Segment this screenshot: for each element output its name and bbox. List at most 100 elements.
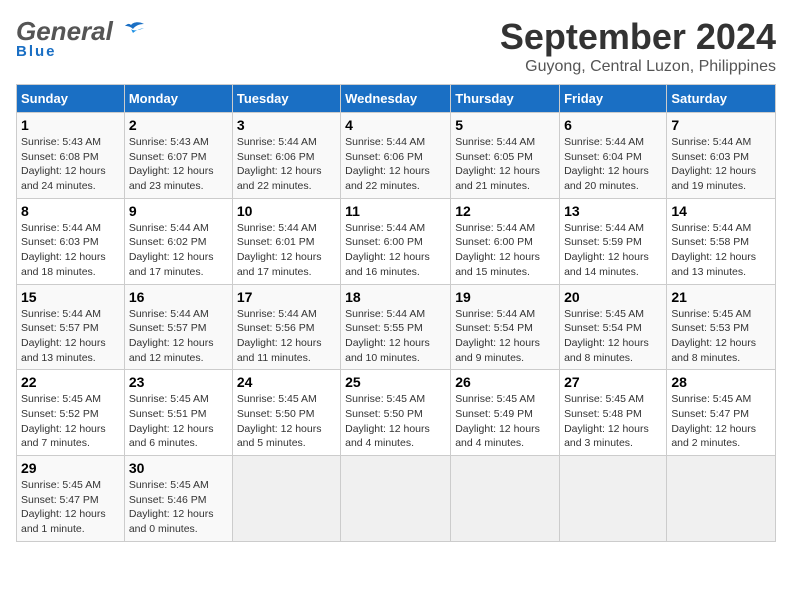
day-number: 10 xyxy=(237,203,336,219)
day-info: Sunrise: 5:45 AM Sunset: 5:48 PM Dayligh… xyxy=(564,392,662,451)
calendar-cell: 10 Sunrise: 5:44 AM Sunset: 6:01 PM Dayli… xyxy=(232,198,340,284)
day-number: 21 xyxy=(671,289,771,305)
day-number: 18 xyxy=(345,289,446,305)
day-number: 2 xyxy=(129,117,228,133)
page-header: General Blue September 2024 Guyong, Cent… xyxy=(16,16,776,76)
day-info: Sunrise: 5:44 AM Sunset: 6:02 PM Dayligh… xyxy=(129,221,228,280)
logo: General Blue xyxy=(16,16,145,60)
day-number: 7 xyxy=(671,117,771,133)
calendar-cell: 18 Sunrise: 5:44 AM Sunset: 5:55 PM Dayli… xyxy=(341,284,451,370)
day-number: 13 xyxy=(564,203,662,219)
calendar-table: Sunday Monday Tuesday Wednesday Thursday… xyxy=(16,84,776,542)
calendar-cell: 29Sunrise: 5:45 AM Sunset: 5:47 PM Dayli… xyxy=(17,456,125,542)
col-sunday: Sunday xyxy=(17,85,125,113)
day-number: 27 xyxy=(564,374,662,390)
col-saturday: Saturday xyxy=(667,85,776,113)
location-subtitle: Guyong, Central Luzon, Philippines xyxy=(500,58,776,76)
day-info: Sunrise: 5:44 AM Sunset: 6:05 PM Dayligh… xyxy=(455,135,555,194)
calendar-cell: 21 Sunrise: 5:45 AM Sunset: 5:53 PM Dayli… xyxy=(667,284,776,370)
col-wednesday: Wednesday xyxy=(341,85,451,113)
day-info: Sunrise: 5:44 AM Sunset: 5:56 PM Dayligh… xyxy=(237,307,336,366)
day-info: Sunrise: 5:44 AM Sunset: 6:03 PM Dayligh… xyxy=(21,221,120,280)
logo-blue: Blue xyxy=(16,43,57,60)
calendar-cell: 23 Sunrise: 5:45 AM Sunset: 5:51 PM Dayli… xyxy=(124,370,232,456)
day-info: Sunrise: 5:44 AM Sunset: 5:54 PM Dayligh… xyxy=(455,307,555,366)
calendar-cell: 26 Sunrise: 5:45 AM Sunset: 5:49 PM Dayli… xyxy=(451,370,560,456)
calendar-cell xyxy=(341,456,451,542)
day-info: Sunrise: 5:45 AM Sunset: 5:47 PM Dayligh… xyxy=(671,392,771,451)
calendar-cell: 2 Sunrise: 5:43 AM Sunset: 6:07 PM Daylig… xyxy=(124,113,232,199)
calendar-week-row: 8 Sunrise: 5:44 AM Sunset: 6:03 PM Daylig… xyxy=(17,198,776,284)
calendar-cell: 13 Sunrise: 5:44 AM Sunset: 5:59 PM Dayli… xyxy=(560,198,667,284)
day-info: Sunrise: 5:43 AM Sunset: 6:08 PM Dayligh… xyxy=(21,135,120,194)
calendar-cell: 30Sunrise: 5:45 AM Sunset: 5:46 PM Dayli… xyxy=(124,456,232,542)
calendar-cell: 8 Sunrise: 5:44 AM Sunset: 6:03 PM Daylig… xyxy=(17,198,125,284)
day-info: Sunrise: 5:43 AM Sunset: 6:07 PM Dayligh… xyxy=(129,135,228,194)
day-number: 8 xyxy=(21,203,120,219)
calendar-cell: 6 Sunrise: 5:44 AM Sunset: 6:04 PM Daylig… xyxy=(560,113,667,199)
day-number: 5 xyxy=(455,117,555,133)
day-number: 6 xyxy=(564,117,662,133)
calendar-cell: 28 Sunrise: 5:45 AM Sunset: 5:47 PM Dayli… xyxy=(667,370,776,456)
day-info: Sunrise: 5:44 AM Sunset: 5:55 PM Dayligh… xyxy=(345,307,446,366)
day-number: 23 xyxy=(129,374,228,390)
day-number: 9 xyxy=(129,203,228,219)
calendar-cell: 25Sunrise: 5:45 AM Sunset: 5:50 PM Dayli… xyxy=(341,370,451,456)
day-info: Sunrise: 5:44 AM Sunset: 6:01 PM Dayligh… xyxy=(237,221,336,280)
day-info: Sunrise: 5:45 AM Sunset: 5:49 PM Dayligh… xyxy=(455,392,555,451)
day-number: 17 xyxy=(237,289,336,305)
day-info: Sunrise: 5:44 AM Sunset: 6:03 PM Dayligh… xyxy=(671,135,771,194)
calendar-cell: 12 Sunrise: 5:44 AM Sunset: 6:00 PM Dayli… xyxy=(451,198,560,284)
day-info: Sunrise: 5:45 AM Sunset: 5:51 PM Dayligh… xyxy=(129,392,228,451)
day-number: 14 xyxy=(671,203,771,219)
day-number: 12 xyxy=(455,203,555,219)
calendar-cell: 17 Sunrise: 5:44 AM Sunset: 5:56 PM Dayli… xyxy=(232,284,340,370)
col-monday: Monday xyxy=(124,85,232,113)
calendar-cell: 3 Sunrise: 5:44 AM Sunset: 6:06 PM Daylig… xyxy=(232,113,340,199)
day-info: Sunrise: 5:44 AM Sunset: 6:00 PM Dayligh… xyxy=(455,221,555,280)
col-tuesday: Tuesday xyxy=(232,85,340,113)
calendar-cell: 22Sunrise: 5:45 AM Sunset: 5:52 PM Dayli… xyxy=(17,370,125,456)
calendar-week-row: 22Sunrise: 5:45 AM Sunset: 5:52 PM Dayli… xyxy=(17,370,776,456)
day-number: 4 xyxy=(345,117,446,133)
day-info: Sunrise: 5:45 AM Sunset: 5:53 PM Dayligh… xyxy=(671,307,771,366)
day-number: 11 xyxy=(345,203,446,219)
calendar-week-row: 29Sunrise: 5:45 AM Sunset: 5:47 PM Dayli… xyxy=(17,456,776,542)
day-info: Sunrise: 5:45 AM Sunset: 5:54 PM Dayligh… xyxy=(564,307,662,366)
day-info: Sunrise: 5:44 AM Sunset: 5:59 PM Dayligh… xyxy=(564,221,662,280)
calendar-cell: 24Sunrise: 5:45 AM Sunset: 5:50 PM Dayli… xyxy=(232,370,340,456)
day-info: Sunrise: 5:45 AM Sunset: 5:50 PM Dayligh… xyxy=(237,392,336,451)
day-number: 25 xyxy=(345,374,446,390)
col-friday: Friday xyxy=(560,85,667,113)
day-number: 3 xyxy=(237,117,336,133)
calendar-cell: 20Sunrise: 5:45 AM Sunset: 5:54 PM Dayli… xyxy=(560,284,667,370)
day-info: Sunrise: 5:44 AM Sunset: 6:04 PM Dayligh… xyxy=(564,135,662,194)
logo-bird-icon xyxy=(117,21,145,43)
day-info: Sunrise: 5:44 AM Sunset: 6:06 PM Dayligh… xyxy=(345,135,446,194)
calendar-cell xyxy=(232,456,340,542)
day-number: 22 xyxy=(21,374,120,390)
calendar-cell xyxy=(560,456,667,542)
day-info: Sunrise: 5:44 AM Sunset: 5:58 PM Dayligh… xyxy=(671,221,771,280)
day-number: 15 xyxy=(21,289,120,305)
calendar-cell: 19Sunrise: 5:44 AM Sunset: 5:54 PM Dayli… xyxy=(451,284,560,370)
day-number: 30 xyxy=(129,460,228,476)
day-info: Sunrise: 5:44 AM Sunset: 5:57 PM Dayligh… xyxy=(129,307,228,366)
calendar-cell: 15 Sunrise: 5:44 AM Sunset: 5:57 PM Dayli… xyxy=(17,284,125,370)
day-info: Sunrise: 5:44 AM Sunset: 6:06 PM Dayligh… xyxy=(237,135,336,194)
day-number: 28 xyxy=(671,374,771,390)
day-number: 26 xyxy=(455,374,555,390)
calendar-cell: 4 Sunrise: 5:44 AM Sunset: 6:06 PM Daylig… xyxy=(341,113,451,199)
calendar-cell xyxy=(451,456,560,542)
calendar-cell: 16 Sunrise: 5:44 AM Sunset: 5:57 PM Dayli… xyxy=(124,284,232,370)
title-block: September 2024 Guyong, Central Luzon, Ph… xyxy=(500,16,776,76)
day-info: Sunrise: 5:44 AM Sunset: 5:57 PM Dayligh… xyxy=(21,307,120,366)
calendar-cell: 27 Sunrise: 5:45 AM Sunset: 5:48 PM Dayli… xyxy=(560,370,667,456)
calendar-cell: 11Sunrise: 5:44 AM Sunset: 6:00 PM Dayli… xyxy=(341,198,451,284)
calendar-cell: 14 Sunrise: 5:44 AM Sunset: 5:58 PM Dayli… xyxy=(667,198,776,284)
day-number: 1 xyxy=(21,117,120,133)
day-number: 16 xyxy=(129,289,228,305)
col-thursday: Thursday xyxy=(451,85,560,113)
calendar-cell: 9 Sunrise: 5:44 AM Sunset: 6:02 PM Daylig… xyxy=(124,198,232,284)
calendar-cell: 1 Sunrise: 5:43 AM Sunset: 6:08 PM Daylig… xyxy=(17,113,125,199)
